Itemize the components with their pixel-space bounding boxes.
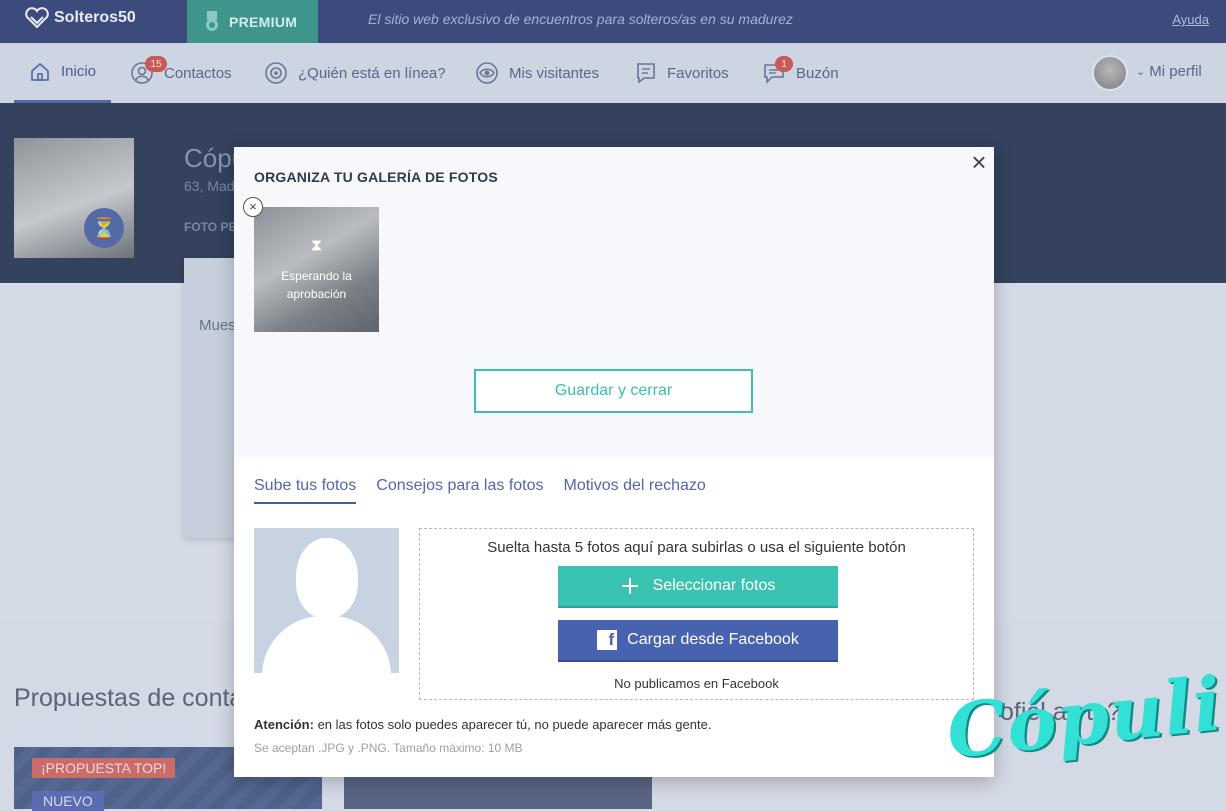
nav-item-visitantes[interactable]: Mis visitantes (475, 43, 599, 103)
bookmark-icon (637, 63, 655, 84)
accepted-formats: Se aceptan .JPG y .PNG. Tamaño máximo: 1… (254, 741, 523, 755)
nav-item-favoritos[interactable]: Favoritos (635, 43, 729, 103)
hourglass-icon: ⧗ (310, 237, 323, 254)
photo-status: Esperando la aprobación (281, 269, 352, 301)
top-proposal-tag: ¡PROPUESTA TOP! (32, 758, 176, 778)
help-link[interactable]: Ayuda (1172, 12, 1209, 27)
nav-label: Inicio (61, 63, 97, 80)
modal-title: ORGANIZA TU GALERÍA DE FOTOS (254, 169, 498, 185)
facebook-upload-button[interactable]: f Cargar desde Facebook (558, 620, 838, 660)
placeholder-body (262, 616, 391, 673)
top-bar: Solteros50 PREMIUM El sitio web exclusiv… (0, 0, 1226, 43)
tab-rejection-reasons[interactable]: Motivos del rechazo (564, 477, 706, 504)
nav-item-inicio[interactable]: Inicio (14, 43, 112, 103)
profile-meta: 63, Mad (184, 178, 235, 194)
placeholder-head (296, 538, 358, 618)
eye-icon (476, 62, 498, 84)
select-photos-label: Seleccionar fotos (652, 577, 776, 594)
heart-logo-icon (25, 7, 49, 29)
warning-label: Atención: (254, 717, 314, 732)
user-avatar[interactable] (1092, 55, 1128, 91)
tab-tips[interactable]: Consejos para las fotos (376, 477, 543, 504)
photo-dropzone[interactable]: Suelta hasta 5 fotos aquí para subirlas … (419, 528, 974, 700)
select-photos-button[interactable]: Seleccionar fotos (558, 566, 838, 606)
photo-warning: Atención: en las fotos solo puedes apare… (254, 717, 711, 732)
nav-label: Contactos (164, 64, 232, 82)
nav-item-online[interactable]: ¿Quién está en línea? (264, 43, 446, 103)
nav-label: ¿Quién está en línea? (298, 64, 446, 82)
online-icon (265, 62, 287, 84)
close-icon[interactable]: × (968, 149, 990, 175)
new-tag: NUEVO (32, 791, 104, 811)
hourglass-icon: ⏳ (84, 208, 124, 248)
nav-label: Buzón (796, 64, 839, 82)
medal-icon (206, 10, 218, 31)
background-card-text: Mues (199, 317, 236, 334)
profile-tab: FOTO PE (184, 220, 237, 234)
profile-label: Mi perfil (1149, 63, 1202, 80)
premium-label: PREMIUM (229, 13, 298, 30)
nav-label: Favoritos (667, 64, 729, 82)
tab-upload[interactable]: Sube tus fotos (254, 477, 357, 504)
profile-menu[interactable]: ⌄ Mi perfil (1136, 63, 1202, 80)
plus-icon (621, 578, 638, 594)
remove-photo-icon[interactable]: × (243, 197, 263, 217)
premium-button[interactable]: PREMIUM (187, 0, 318, 43)
warning-text: en las fotos solo puedes aparecer tú, no… (313, 717, 712, 732)
photo-gallery-modal: × ORGANIZA TU GALERÍA DE FOTOS ⧗ Esperan… (234, 147, 994, 777)
gallery-photo[interactable]: ⧗ Esperando la aprobación (254, 207, 379, 332)
nav-item-buzon[interactable]: Buzón (762, 43, 839, 103)
home-icon (31, 62, 49, 81)
suggestions-heading: Propuestas de conta (14, 684, 244, 712)
nav-label: Mis visitantes (509, 64, 600, 82)
contacts-badge: 15 (145, 56, 167, 72)
brand-logo[interactable]: Solteros50 (24, 7, 136, 29)
inbox-badge: 1 (775, 56, 793, 72)
chevron-down-icon: ⌄ (1136, 66, 1146, 78)
facebook-icon: f (597, 630, 618, 650)
nav-item-contactos[interactable]: Contactos (130, 43, 232, 103)
upload-tabs: Sube tus fotos Consejos para las fotos M… (254, 477, 706, 504)
save-and-close-button[interactable]: Guardar y cerrar (474, 369, 753, 413)
profile-photo: ⏳ (14, 138, 134, 258)
tagline: El sitio web exclusivo de encuentros par… (368, 11, 793, 27)
avatar-placeholder (254, 528, 399, 673)
facebook-upload-label: Cargar desde Facebook (627, 631, 799, 648)
dropzone-text: Suelta hasta 5 fotos aquí para subirlas … (487, 539, 906, 556)
facebook-note: No publicamos en Facebook (614, 676, 779, 691)
main-nav: Inicio Contactos 15 ¿Quién está en línea… (0, 43, 1226, 103)
brand-name: Solteros50 (54, 9, 136, 26)
